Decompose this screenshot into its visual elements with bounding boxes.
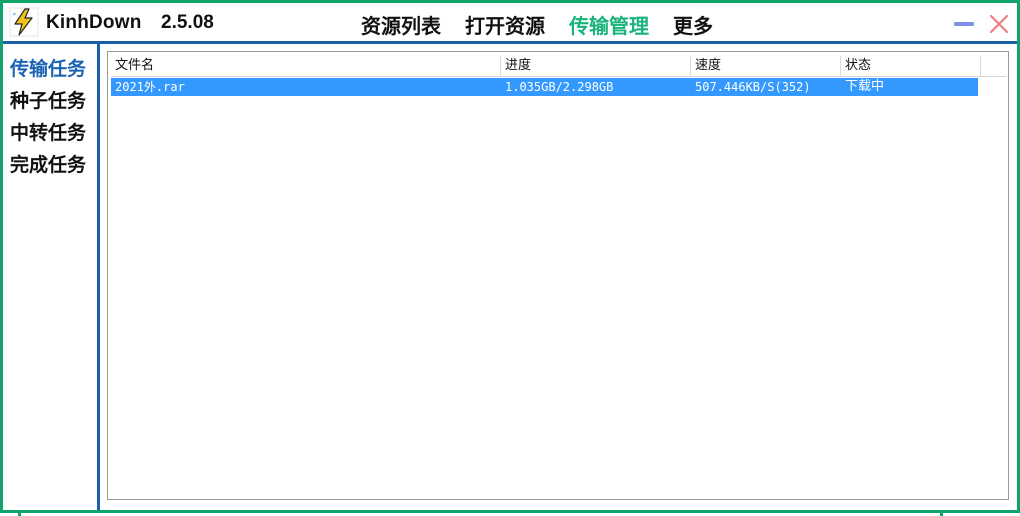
column-header-progress[interactable]: 进度 (501, 56, 691, 76)
column-header-filename[interactable]: 文件名 (111, 56, 501, 76)
column-header-speed[interactable]: 速度 (691, 56, 841, 76)
sidebar-item-transfer-tasks[interactable]: 传输任务 (10, 54, 86, 81)
nav-resource-list[interactable]: 资源列表 (361, 10, 441, 39)
cell-status: 下载中 (845, 79, 885, 94)
table-row[interactable]: 2021外.rar 1.035GB/2.298GB 507.446KB/S(35… (111, 78, 978, 96)
lightning-icon (9, 7, 39, 37)
cell-filename: 2021外.rar (115, 80, 185, 94)
table-header: 文件名 进度 速度 状态 (111, 56, 1006, 77)
cell-progress: 1.035GB/2.298GB (505, 80, 614, 94)
bottom-edge-mark-left (18, 512, 21, 516)
cell-speed: 507.446KB/S(352) (695, 80, 811, 94)
sidebar: 传输任务 种子任务 中转任务 完成任务 (3, 44, 100, 510)
nav-open-resource[interactable]: 打开资源 (465, 10, 545, 39)
column-header-status[interactable]: 状态 (841, 56, 981, 76)
bottom-edge-mark-right (940, 512, 943, 516)
app-title: KinhDown (46, 12, 142, 33)
sidebar-item-torrent-tasks[interactable]: 种子任务 (10, 86, 86, 113)
nav-transfer-manager[interactable]: 传输管理 (569, 10, 649, 39)
minimize-icon[interactable] (953, 13, 975, 35)
sidebar-item-completed-tasks[interactable]: 完成任务 (10, 150, 86, 177)
transfer-table: 文件名 进度 速度 状态 2021外.rar 1.035GB/2.298GB 5… (107, 51, 1009, 500)
close-icon[interactable] (988, 13, 1010, 35)
app-window: KinhDown 2.5.08 资源列表 打开资源 传输管理 更多 传输任务 种… (0, 0, 1020, 513)
app-version: 2.5.08 (161, 12, 214, 33)
sidebar-item-relay-tasks[interactable]: 中转任务 (10, 118, 86, 145)
nav-more[interactable]: 更多 (673, 10, 713, 39)
title-bar: KinhDown 2.5.08 资源列表 打开资源 传输管理 更多 (3, 3, 1017, 44)
